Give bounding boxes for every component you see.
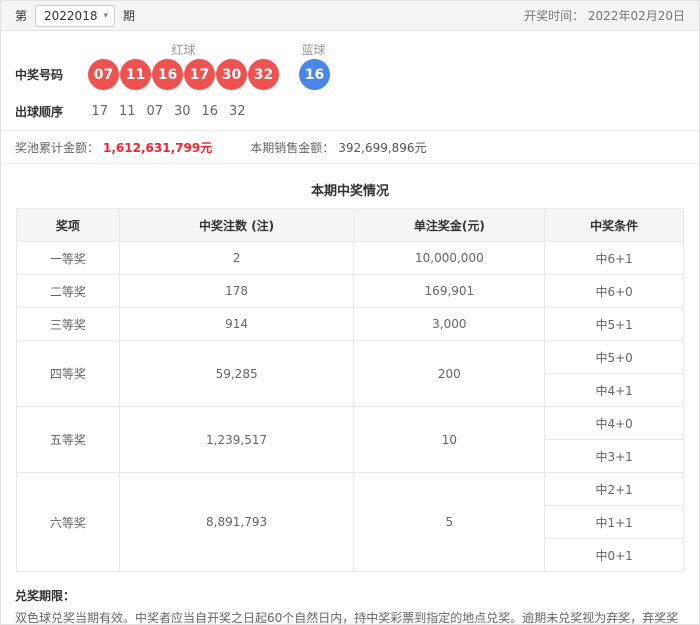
- count-cell: 59,285: [119, 341, 354, 407]
- lottery-result-page: 第 2022018 ▾ 期 开奖时间： 2022年02月20日 红球 蓝球 中奖…: [0, 0, 700, 625]
- red-ball: 17: [184, 59, 215, 90]
- column-header-count: 中奖注数 (注): [119, 209, 354, 242]
- table-header-row: 奖项 中奖注数 (注) 单注奖金(元) 中奖条件: [17, 209, 684, 242]
- condition-cell: 中4+1: [545, 374, 684, 407]
- count-cell: 2: [119, 242, 354, 275]
- red-ball: 07: [88, 59, 119, 90]
- condition-cell: 中2+1: [545, 473, 684, 506]
- prize-cell: 四等奖: [17, 341, 120, 407]
- draw-time-value: 2022年02月20日: [588, 9, 685, 23]
- period-selector: 第 2022018 ▾ 期: [15, 5, 135, 27]
- red-ball: 11: [120, 59, 151, 90]
- draw-order-number: 16: [196, 104, 224, 119]
- amount-cell: 5: [354, 473, 545, 572]
- draw-order-number: 11: [114, 104, 142, 119]
- draw-time: 开奖时间： 2022年02月20日: [524, 7, 685, 24]
- draw-order-number: 17: [86, 104, 114, 119]
- count-cell: 8,891,793: [119, 473, 354, 572]
- table-row: 二等奖 178 169,901 中6+0: [17, 275, 684, 308]
- table-row: 四等奖 59,285 200 中5+0: [17, 341, 684, 374]
- prize-table-title: 本期中奖情况: [16, 164, 684, 208]
- jackpot-value: 1,612,631,799元: [103, 139, 212, 156]
- redemption-note-text: 双色球兑奖当期有效。中奖者应当自开奖之日起60个自然日内，持中奖彩票到指定的地点…: [15, 609, 685, 625]
- red-ball: 32: [248, 59, 279, 90]
- table-row: 一等奖 2 10,000,000 中6+1: [17, 242, 684, 275]
- amount-cell: 3,000: [354, 308, 545, 341]
- count-cell: 1,239,517: [119, 407, 354, 473]
- topbar: 第 2022018 ▾ 期 开奖时间： 2022年02月20日: [1, 1, 699, 31]
- winning-numbers-label: 中奖号码: [15, 66, 88, 83]
- numbers-section: 红球 蓝球 中奖号码 07 11 16 17 30 32 16 出球顺序 17 …: [1, 31, 699, 131]
- amount-cell: 200: [354, 341, 545, 407]
- jackpot-label: 奖池累计金额：: [15, 139, 99, 156]
- red-ball: 16: [152, 59, 183, 90]
- column-header-prize: 奖项: [17, 209, 120, 242]
- prize-cell: 二等奖: [17, 275, 120, 308]
- column-header-amount: 单注奖金(元): [354, 209, 545, 242]
- draw-order-label: 出球顺序: [15, 103, 88, 120]
- draw-order-number: 07: [141, 104, 169, 119]
- blue-ball: 16: [299, 59, 330, 90]
- winning-numbers-row: 中奖号码 07 11 16 17 30 32 16: [15, 59, 685, 90]
- blue-ball-group-label: 蓝球: [298, 41, 329, 58]
- prize-cell: 一等奖: [17, 242, 120, 275]
- amount-cell: 10,000,000: [354, 242, 545, 275]
- prize-cell: 三等奖: [17, 308, 120, 341]
- prize-table-area: 本期中奖情况 奖项 中奖注数 (注) 单注奖金(元) 中奖条件 一等奖 2 10…: [1, 164, 699, 572]
- period-prefix-label: 第: [15, 7, 27, 24]
- condition-cell: 中5+0: [545, 341, 684, 374]
- draw-order-list: 17 11 07 30 16 32: [86, 104, 251, 119]
- draw-time-label: 开奖时间：: [524, 9, 584, 23]
- prize-cell: 六等奖: [17, 473, 120, 572]
- draw-order-row: 出球顺序 17 11 07 30 16 32: [15, 99, 685, 123]
- red-ball-group-label: 红球: [88, 41, 279, 58]
- ball-group-labels: 红球 蓝球: [15, 39, 685, 59]
- condition-cell: 中6+1: [545, 242, 684, 275]
- condition-cell: 中5+1: [545, 308, 684, 341]
- count-cell: 914: [119, 308, 354, 341]
- sales-label: 本期销售金额：: [250, 139, 334, 156]
- pool-bar: 奖池累计金额： 1,612,631,799元 本期销售金额： 392,699,8…: [1, 131, 699, 164]
- table-row: 五等奖 1,239,517 10 中4+0: [17, 407, 684, 440]
- period-select[interactable]: 2022018 ▾: [35, 5, 115, 27]
- period-suffix-label: 期: [123, 7, 135, 24]
- period-select-value: 2022018: [44, 9, 97, 23]
- sales-value: 392,699,896元: [338, 139, 426, 156]
- ball-list: 07 11 16 17 30 32 16: [88, 59, 330, 90]
- condition-cell: 中4+0: [545, 407, 684, 440]
- column-header-condition: 中奖条件: [545, 209, 684, 242]
- chevron-down-icon: ▾: [103, 11, 108, 21]
- condition-cell: 中0+1: [545, 539, 684, 572]
- condition-cell: 中3+1: [545, 440, 684, 473]
- condition-cell: 中1+1: [545, 506, 684, 539]
- draw-order-number: 32: [224, 104, 252, 119]
- redemption-note: 兑奖期限： 双色球兑奖当期有效。中奖者应当自开奖之日起60个自然日内，持中奖彩票…: [1, 572, 699, 625]
- redemption-note-title: 兑奖期限：: [15, 587, 685, 604]
- table-row: 三等奖 914 3,000 中5+1: [17, 308, 684, 341]
- amount-cell: 169,901: [354, 275, 545, 308]
- condition-cell: 中6+0: [545, 275, 684, 308]
- amount-cell: 10: [354, 407, 545, 473]
- red-ball: 30: [216, 59, 247, 90]
- prize-table: 奖项 中奖注数 (注) 单注奖金(元) 中奖条件 一等奖 2 10,000,00…: [16, 208, 684, 572]
- count-cell: 178: [119, 275, 354, 308]
- table-row: 六等奖 8,891,793 5 中2+1: [17, 473, 684, 506]
- prize-cell: 五等奖: [17, 407, 120, 473]
- draw-order-number: 30: [169, 104, 197, 119]
